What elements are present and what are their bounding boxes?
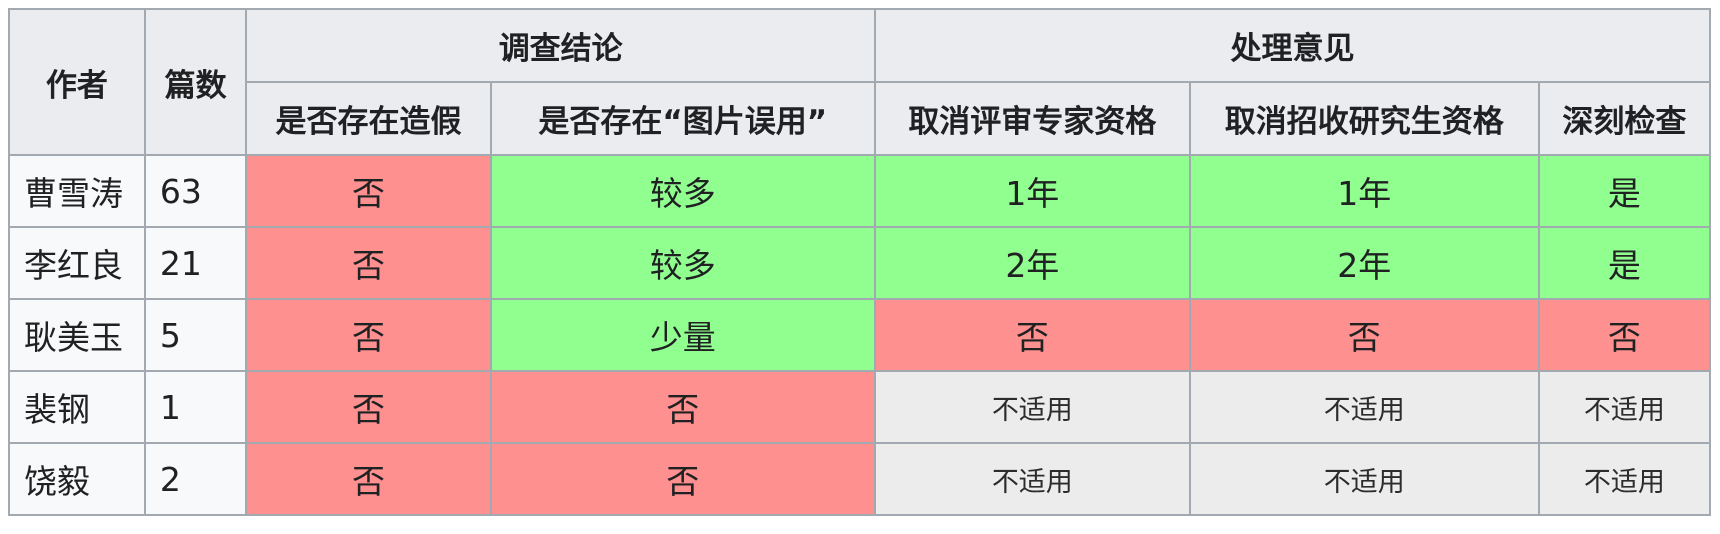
table-row: 裴钢 1 否 否 不适用 不适用 不适用 (8, 370, 1712, 444)
header-self-review: 深刻检查 (1537, 81, 1712, 156)
cell-image-misuse: 较多 (489, 154, 876, 228)
header-count: 篇数 (143, 8, 248, 156)
header-image-misuse: 是否存在“图片误用” (489, 81, 876, 156)
cell-fabrication: 否 (245, 370, 492, 444)
header-revoke-supervisor: 取消招收研究生资格 (1188, 81, 1540, 156)
cell-count: 1 (143, 370, 248, 444)
cell-fabrication: 否 (245, 298, 492, 372)
cell-revoke-reviewer: 否 (873, 298, 1191, 372)
header-author: 作者 (8, 8, 146, 156)
header-group-handling: 处理意见 (873, 8, 1712, 83)
header-revoke-reviewer: 取消评审专家资格 (873, 81, 1191, 156)
table-body: 曹雪涛 63 否 较多 1年 1年 是 李红良 21 否 较多 2年 2年 是 … (8, 154, 1712, 516)
cell-image-misuse: 较多 (489, 226, 876, 300)
cell-self-review: 不适用 (1537, 442, 1712, 516)
cell-image-misuse: 否 (489, 370, 876, 444)
header-row-columns: 是否存在造假 是否存在“图片误用” 取消评审专家资格 取消招收研究生资格 深刻检… (9, 81, 1712, 156)
cell-self-review: 不适用 (1537, 370, 1712, 444)
cell-revoke-supervisor: 否 (1188, 298, 1540, 372)
cell-count: 2 (143, 442, 248, 516)
cell-count: 63 (143, 154, 248, 228)
cell-self-review: 否 (1537, 298, 1712, 372)
cell-revoke-supervisor: 1年 (1188, 154, 1540, 228)
cell-revoke-reviewer: 2年 (873, 226, 1191, 300)
header-row-groups: 作者 篇数 调查结论 处理意见 (8, 8, 1712, 156)
cell-revoke-reviewer: 1年 (873, 154, 1191, 228)
header-fabrication: 是否存在造假 (245, 81, 492, 156)
table-row: 李红良 21 否 较多 2年 2年 是 (8, 226, 1712, 300)
cell-count: 5 (143, 298, 248, 372)
cell-revoke-supervisor: 不适用 (1188, 442, 1540, 516)
cell-revoke-supervisor: 2年 (1188, 226, 1540, 300)
cell-revoke-reviewer: 不适用 (873, 442, 1191, 516)
table-row: 耿美玉 5 否 少量 否 否 否 (8, 298, 1712, 372)
cell-image-misuse: 少量 (489, 298, 876, 372)
cell-count: 21 (143, 226, 248, 300)
investigation-results-table: 作者 篇数 调查结论 处理意见 是否存在造假 是否存在“图片误用” 取消评审专家… (8, 8, 1712, 516)
table-header: 作者 篇数 调查结论 处理意见 是否存在造假 是否存在“图片误用” 取消评审专家… (8, 8, 1712, 156)
cell-author: 耿美玉 (8, 298, 146, 372)
cell-fabrication: 否 (245, 226, 492, 300)
cell-fabrication: 否 (245, 154, 492, 228)
cell-revoke-supervisor: 不适用 (1188, 370, 1540, 444)
cell-self-review: 是 (1537, 154, 1712, 228)
table-row: 饶毅 2 否 否 不适用 不适用 不适用 (8, 442, 1712, 516)
cell-author: 曹雪涛 (8, 154, 146, 228)
table-row: 曹雪涛 63 否 较多 1年 1年 是 (8, 154, 1712, 228)
cell-image-misuse: 否 (489, 442, 876, 516)
header-group-investigation: 调查结论 (245, 8, 876, 83)
cell-author: 裴钢 (8, 370, 146, 444)
cell-fabrication: 否 (245, 442, 492, 516)
cell-author: 李红良 (8, 226, 146, 300)
cell-author: 饶毅 (8, 442, 146, 516)
cell-self-review: 是 (1537, 226, 1712, 300)
cell-revoke-reviewer: 不适用 (873, 370, 1191, 444)
